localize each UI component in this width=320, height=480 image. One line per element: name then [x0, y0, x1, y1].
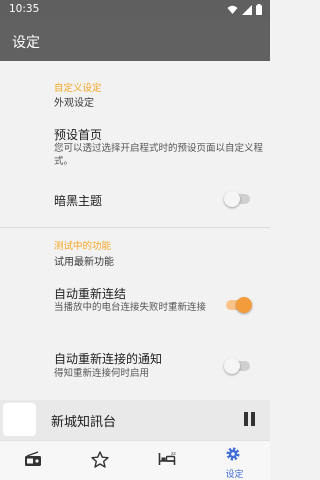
wifi-icon	[227, 5, 238, 14]
nav-favorites[interactable]	[67, 441, 134, 480]
nav-settings-label: 设定	[225, 470, 244, 480]
settings-list[interactable]: 自定义设定 外观设定 预设首页 您可以透过选择开启程式时的预设页面以自定义程式。…	[0, 61, 270, 400]
dark-theme-switch[interactable]	[224, 191, 252, 207]
nav-settings[interactable]: 设定	[201, 441, 268, 480]
app-bar: 设定	[0, 20, 270, 61]
bed-icon: zz	[158, 452, 176, 465]
svg-text:zz: zz	[171, 452, 176, 457]
mini-player[interactable]: 新城知訊台	[0, 400, 270, 440]
battery-icon	[256, 4, 262, 15]
pause-icon	[244, 412, 248, 426]
cell-signal-icon	[242, 4, 252, 15]
reconnect-notify-switch[interactable]	[224, 358, 252, 374]
nav-sleep-timer[interactable]: zz	[134, 441, 201, 480]
pref-auto-reconnect[interactable]: 自动重新连结 当播放中的电台连接失败时重新连接	[0, 277, 270, 329]
radio-icon	[25, 451, 41, 466]
status-time: 10:35	[9, 3, 40, 15]
pref-dark-theme[interactable]: 暗黑主题	[0, 181, 270, 217]
category-testing-features: 测试中的功能	[54, 241, 112, 252]
nav-radio[interactable]	[0, 441, 67, 480]
status-bar: 10:35	[0, 0, 270, 20]
pref-home-page-summary: 您可以透过选择开启程式时的预设页面以自定义程式。	[54, 143, 264, 167]
station-artwork	[3, 403, 36, 436]
system-icons	[227, 4, 262, 15]
pref-reconnect-notify-title: 自动重新连接的通知	[54, 352, 163, 366]
pause-button[interactable]	[242, 412, 258, 428]
station-name: 新城知訊台	[51, 415, 117, 430]
pref-home-page-title: 预设首页	[54, 128, 103, 142]
section-divider	[0, 227, 270, 228]
category-testing-features-summary: 试用最新功能	[54, 257, 114, 268]
settings-icon	[226, 447, 240, 461]
pref-reconnect-notify[interactable]: 自动重新连接的通知 得知重新连接何时启用	[0, 342, 270, 392]
page-title: 设定	[12, 35, 40, 51]
auto-reconnect-switch[interactable]	[224, 297, 252, 313]
pref-home-page[interactable]: 预设首页 您可以透过选择开启程式时的预设页面以自定义程式。	[0, 117, 270, 177]
pause-icon-bar	[251, 412, 255, 426]
star-icon	[91, 451, 109, 468]
pref-dark-theme-title: 暗黑主题	[54, 194, 103, 208]
category-custom-settings-summary: 外观设定	[54, 98, 94, 109]
pref-auto-reconnect-summary: 当播放中的电台连接失败时重新连接	[54, 302, 207, 313]
pref-auto-reconnect-title: 自动重新连结	[54, 287, 127, 301]
category-custom-settings: 自定义设定	[54, 83, 102, 94]
bottom-nav: zz 设定	[0, 440, 270, 480]
